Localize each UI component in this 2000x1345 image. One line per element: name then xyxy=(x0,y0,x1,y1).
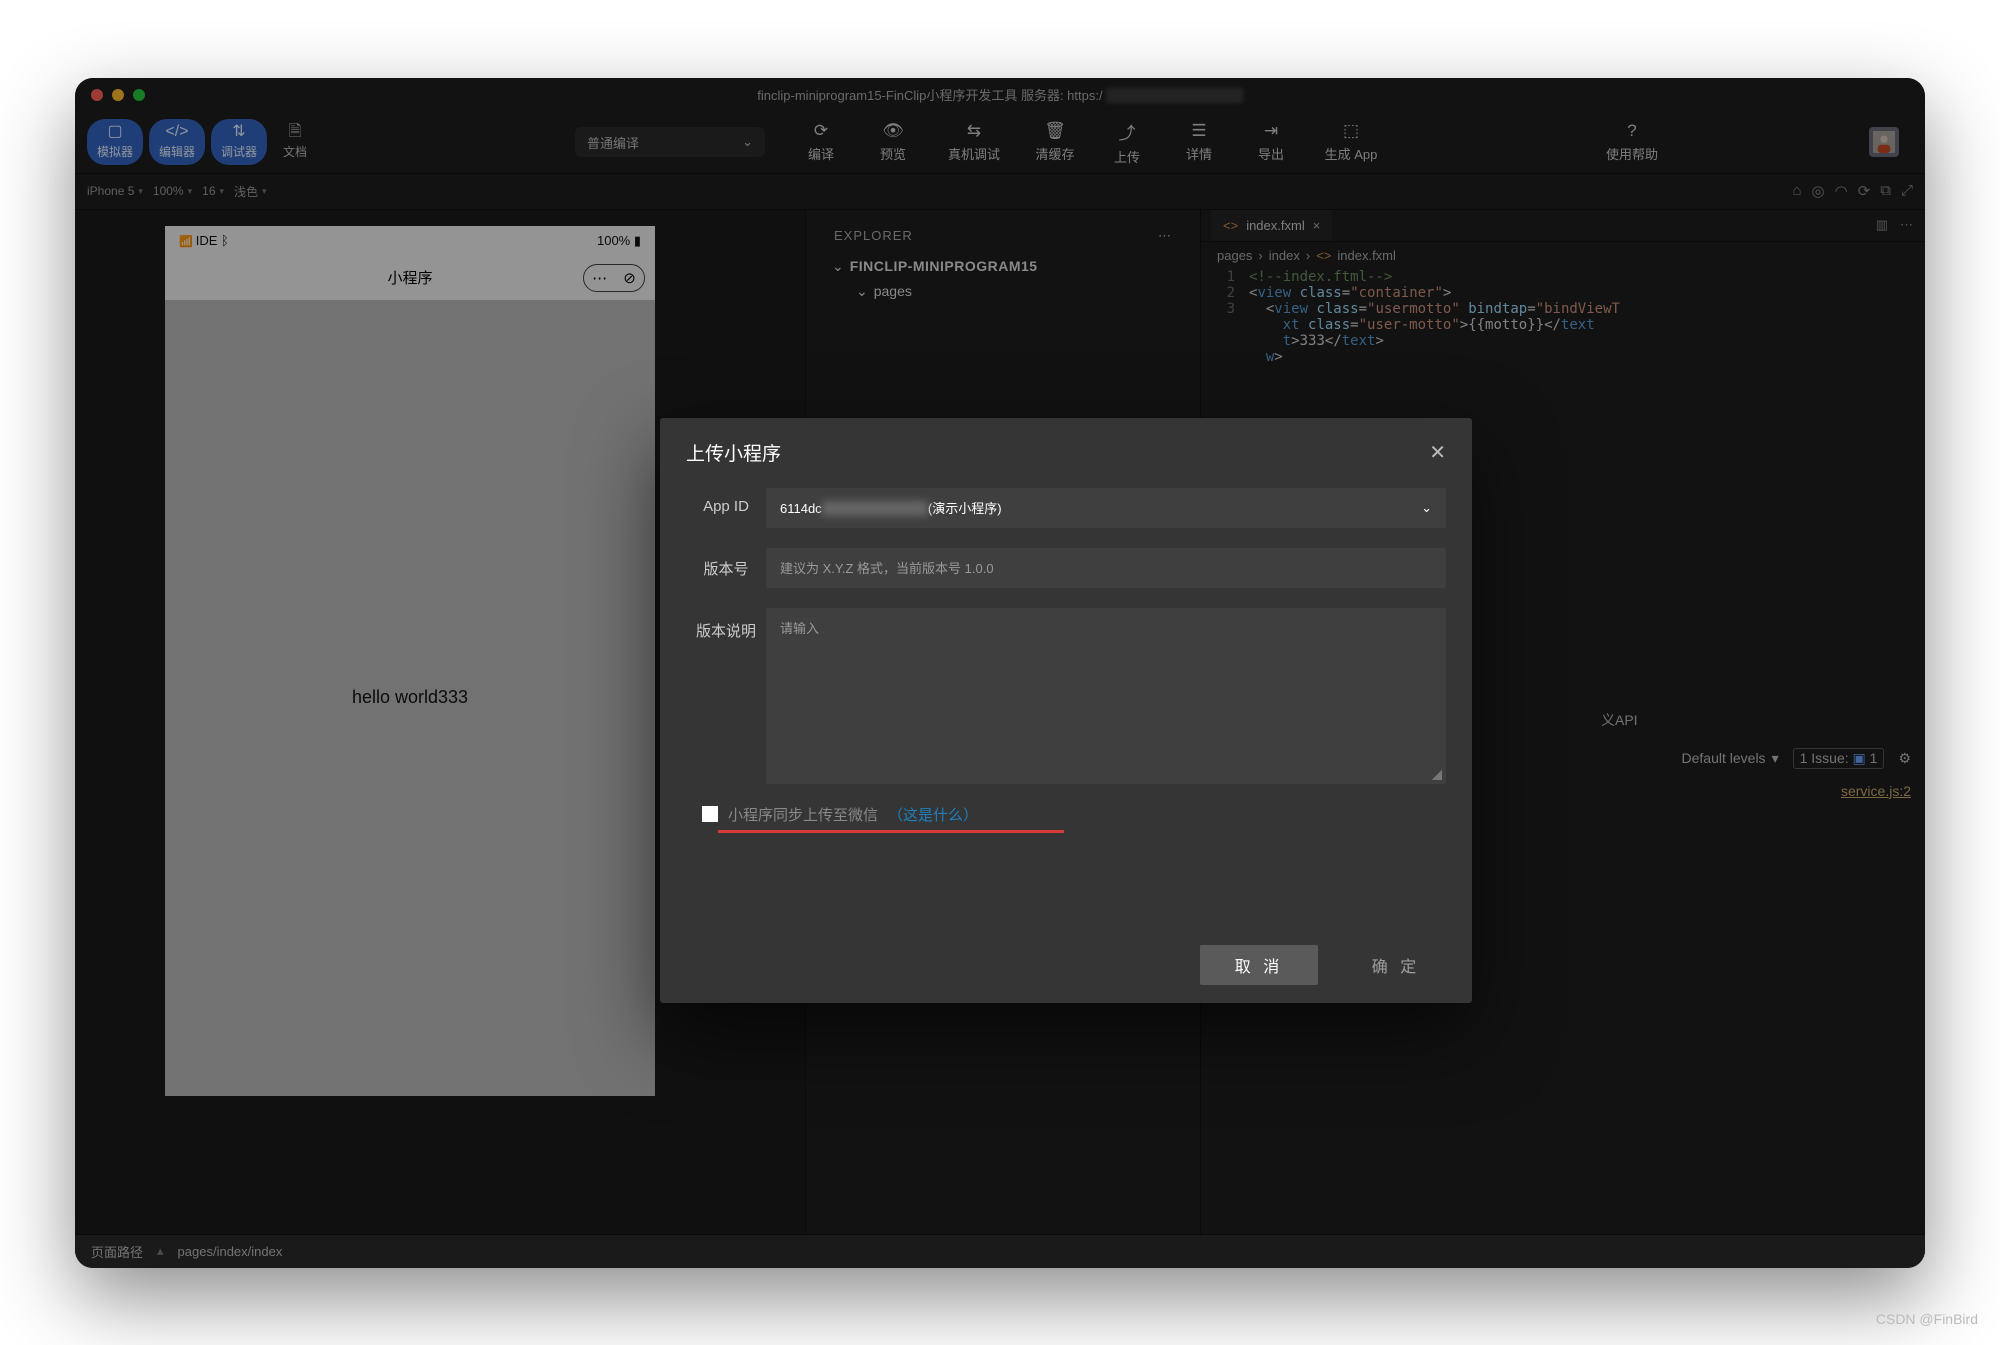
avatar[interactable] xyxy=(1869,127,1899,157)
generate-app-button[interactable]: ⬚生成 App xyxy=(1307,121,1395,163)
version-input[interactable]: 建议为 X.Y.Z 格式，当前版本号 1.0.0 xyxy=(766,548,1446,588)
code-icon: </> xyxy=(165,124,188,140)
breadcrumb: pages› index› <>index.fxml xyxy=(1201,242,1925,269)
dialog-title: 上传小程序 xyxy=(686,439,781,466)
appid-label: App ID xyxy=(686,488,766,515)
refresh-icon: ⟳ xyxy=(814,121,828,141)
device-statusbar: 📶 IDE ᛒ 100% ▮ xyxy=(165,226,655,256)
upload-button[interactable]: ⤴上传 xyxy=(1091,119,1163,166)
theme-select[interactable]: 浅色▾ xyxy=(234,183,267,200)
annotation-underline xyxy=(718,830,1064,833)
upload-icon: ⤴ xyxy=(1119,119,1136,144)
device-body: hello world333 xyxy=(165,300,655,1096)
clear-cache-button[interactable]: 🗑清缓存 xyxy=(1019,121,1091,163)
doc-icon: 🗎 xyxy=(289,124,302,140)
detail-icon: ☰ xyxy=(1191,121,1206,141)
chevron-down-icon: ⌄ xyxy=(856,283,868,300)
devtools-hint: 义API Default levels ▾ 1 Issue: ▣ 1 ⚙ ser… xyxy=(1601,710,1911,799)
more-icon[interactable]: ⋯ xyxy=(1158,228,1172,244)
export-icon: ⇥ xyxy=(1264,121,1278,141)
device-nav-title: 小程序 xyxy=(387,267,432,288)
compile-button[interactable]: ⟳编译 xyxy=(785,121,857,163)
ok-button[interactable]: 确 定 xyxy=(1346,953,1446,977)
eye-icon: 👁 xyxy=(882,121,904,141)
help-icon: ? xyxy=(1627,121,1636,141)
more-icon[interactable]: ⋯ xyxy=(1900,217,1913,233)
compile-mode-select[interactable]: 普通编译 ⌄ xyxy=(575,127,765,157)
issues-badge[interactable]: 1 Issue: ▣ 1 xyxy=(1793,748,1885,769)
desc-textarea[interactable]: 请输入 xyxy=(766,608,1446,784)
close-icon[interactable]: × xyxy=(1313,218,1321,233)
explorer-folder-pages[interactable]: ⌄ pages xyxy=(848,279,1182,304)
split-editor-icon[interactable]: ▥ xyxy=(1876,217,1888,233)
log-levels-select[interactable]: Default levels ▾ xyxy=(1682,750,1779,767)
cube-icon: ⬚ xyxy=(1343,121,1359,141)
close-icon[interactable]: ✕ xyxy=(1429,440,1446,465)
file-icon: <> xyxy=(1223,218,1238,233)
simulator-config-bar: iPhone 5▾ 100%▾ 16▾ 浅色▾ ⌂ ◎ ◠ ⟳ ⧉ ⤢ xyxy=(75,174,1925,210)
chevron-down-icon: ⌄ xyxy=(832,258,844,275)
page-path-value: pages/index/index xyxy=(178,1244,283,1259)
remote-debug-button[interactable]: ⇆真机调试 xyxy=(929,121,1019,163)
appid-select[interactable]: 6114dcxxxx . xxxx . xxxxx(演示小程序) ⌄ xyxy=(766,488,1446,528)
device-navbar: 小程序 ⋯ ⊘ xyxy=(165,256,655,300)
chevron-down-icon: ⌄ xyxy=(742,134,753,150)
hello-text: hello world333 xyxy=(352,687,468,708)
footer-bar: 页面路径 ▴ pages/index/index xyxy=(75,1234,1925,1268)
chevron-down-icon: ⌄ xyxy=(1421,500,1432,516)
detail-button[interactable]: ☰详情 xyxy=(1163,121,1235,163)
tab-editor[interactable]: </> 编辑器 xyxy=(149,119,205,165)
log-source-link[interactable]: service.js:2 xyxy=(1841,783,1911,799)
upload-dialog: 上传小程序 ✕ App ID 6114dcxxxx . xxxx . xxxxx… xyxy=(660,418,1472,1003)
phone-icon: ▢ xyxy=(107,124,122,140)
rotate-icon[interactable]: ⟳ xyxy=(1858,182,1871,200)
fontsize-select[interactable]: 16▾ xyxy=(202,184,224,198)
sync-wechat-checkbox[interactable] xyxy=(702,806,718,822)
toolbar: ▢ 模拟器 </> 编辑器 ⇅ 调试器 🗎 文档 普通编译 ⌄ ⟳编译 👁预览 … xyxy=(75,112,1925,174)
home-icon[interactable]: ⌂ xyxy=(1792,182,1801,200)
expand-icon[interactable]: ⤢ xyxy=(1901,182,1913,200)
close-window-button[interactable] xyxy=(91,89,103,101)
sync-wechat-label: 小程序同步上传至微信 xyxy=(728,804,878,825)
window-title: finclip-miniprogram15-FinClip小程序开发工具 服务器… xyxy=(75,85,1925,104)
explorer-root[interactable]: ⌄ FINCLIP-MINIPROGRAM15 xyxy=(824,254,1182,279)
close-icon[interactable]: ⊘ xyxy=(623,269,636,287)
desc-label: 版本说明 xyxy=(686,608,766,645)
page-path-label: 页面路径 xyxy=(91,1242,143,1261)
device-frame: 📶 IDE ᛒ 100% ▮ 小程序 ⋯ ⊘ hello world333 xyxy=(165,226,655,1096)
copy-icon[interactable]: ⧉ xyxy=(1880,182,1891,200)
cloud-icon[interactable]: ◠ xyxy=(1835,182,1848,200)
editor-tabs: <> index.fxml × ▥ ⋯ xyxy=(1201,210,1925,242)
zoom-select[interactable]: 100%▾ xyxy=(153,184,192,198)
tab-index-fxml[interactable]: <> index.fxml × xyxy=(1211,210,1332,241)
code-area[interactable]: 1<!--index.ftml--> 2<view class="contain… xyxy=(1201,269,1925,365)
device-select[interactable]: iPhone 5▾ xyxy=(87,184,143,198)
gear-icon[interactable]: ⚙ xyxy=(1898,750,1911,767)
trash-icon: 🗑 xyxy=(1044,121,1066,141)
what-is-this-link[interactable]: （这是什么） xyxy=(888,804,978,825)
preview-button[interactable]: 👁预览 xyxy=(857,121,929,163)
remote-icon: ⇆ xyxy=(967,121,981,141)
minimize-window-button[interactable] xyxy=(112,89,124,101)
app-window: finclip-miniprogram15-FinClip小程序开发工具 服务器… xyxy=(75,78,1925,1268)
menu-icon[interactable]: ⋯ xyxy=(592,269,607,287)
tab-simulator[interactable]: ▢ 模拟器 xyxy=(87,119,143,165)
tab-docs[interactable]: 🗎 文档 xyxy=(273,119,317,165)
export-button[interactable]: ⇥导出 xyxy=(1235,121,1307,163)
avatar-icon xyxy=(1873,131,1895,153)
sync-wechat-row: 小程序同步上传至微信 （这是什么） xyxy=(702,804,1446,825)
location-icon[interactable]: ◎ xyxy=(1812,182,1825,200)
fullscreen-window-button[interactable] xyxy=(133,89,145,101)
explorer-title: EXPLORER xyxy=(834,228,913,244)
watermark: CSDN @FinBird xyxy=(1876,1311,1978,1327)
sliders-icon: ⇅ xyxy=(232,124,245,140)
help-button[interactable]: ?使用帮助 xyxy=(1589,121,1675,163)
titlebar: finclip-miniprogram15-FinClip小程序开发工具 服务器… xyxy=(75,78,1925,112)
cancel-button[interactable]: 取 消 xyxy=(1200,945,1318,985)
version-label: 版本号 xyxy=(686,548,766,579)
tab-debugger[interactable]: ⇅ 调试器 xyxy=(211,119,267,165)
